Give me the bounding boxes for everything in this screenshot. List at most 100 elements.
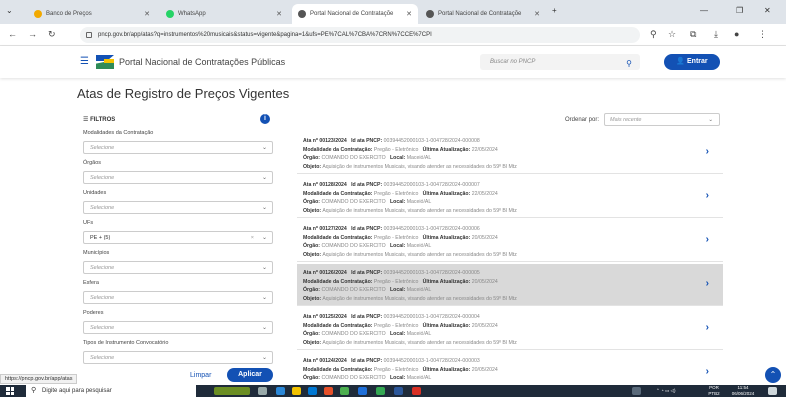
result-line-modalidade: Modalidade da Contratação: Pregão - Elet… [303,278,498,285]
chevron-right-icon[interactable]: › [706,278,709,289]
clear-filters-button[interactable]: Limpar [190,372,211,379]
new-tab-icon[interactable]: + [552,6,557,15]
result-line-ata: Ata nº 00128/2024 Id ata PNCP: 003944520… [303,182,480,188]
filter-label-ufs: UFs [83,220,94,226]
filter-select-poderes[interactable]: Selecione ⌄ [83,321,273,334]
login-button[interactable]: 👤 Entrar [664,54,720,70]
windows-taskbar: ⚲ Digite aqui para pesquisar ⌃ ◔ ▭ ◁) PO… [0,385,786,397]
weather-widget-icon[interactable] [214,387,250,395]
chevron-down-icon: ⌄ [261,235,267,241]
minimize-icon[interactable]: — [700,6,708,15]
maximize-icon[interactable]: ❐ [736,6,743,15]
result-line-orgao: Órgão: COMANDO DO EXERCITO Local: Maceió… [303,287,432,293]
login-label: Entrar [687,58,708,65]
result-line-objeto: Objeto: Aquisição de instrumentos Musica… [303,163,517,170]
chevron-right-icon[interactable]: › [706,322,709,333]
tab-pncp-active[interactable]: Portal Nacional de Contrataçõe ✕ [292,4,418,24]
filter-label-unidades: Unidades [83,190,107,196]
filter-label-esfera: Esfera [83,280,99,286]
tab-whatsapp[interactable]: WhatsApp ✕ [160,4,288,24]
result-card[interactable]: Ata nº 00128/2024 Id ata PNCP: 003944520… [297,176,723,218]
sort-select[interactable]: Mais recente ⌄ [604,113,720,126]
pncp-logo[interactable] [96,55,114,69]
result-line-objeto: Objeto: Aquisição de instrumentos Musica… [303,295,517,302]
result-line-objeto: Objeto: Aquisição de instrumentos Musica… [303,207,517,214]
close-tab-icon[interactable]: ✕ [534,10,540,18]
result-line-orgao: Órgão: COMANDO DO EXERCITO Local: Maceió… [303,155,432,161]
keyboard-icon[interactable] [632,387,641,395]
taskbar-search-input[interactable]: ⚲ Digite aqui para pesquisar [26,385,196,397]
filter-select-municipios[interactable]: Selecione ⌄ [83,261,273,274]
acrobat-icon[interactable] [412,387,421,395]
site-search-input[interactable]: Buscar no PNCP ⚲ [480,54,640,70]
back-icon[interactable]: ← [8,29,17,39]
clear-selection-icon[interactable]: × [251,232,254,244]
close-window-icon[interactable]: ✕ [764,6,771,15]
tab-banco-de-precos[interactable]: Banco de Preços ✕ [28,4,156,24]
banco-precos-favicon-icon [34,10,42,18]
filter-label-poderes: Poderes [83,310,104,316]
zoom-icon[interactable]: ⚲ [650,29,657,40]
filter-select-esfera[interactable]: Selecione ⌄ [83,291,273,304]
filter-select-orgaos[interactable]: Selecione ⌄ [83,171,273,184]
result-card[interactable]: Ata nº 00126/2024 Id ata PNCP: 003944520… [297,264,723,306]
filter-select-ufs[interactable]: PE + (5) × ⌄ [83,231,273,244]
filter-select-modalidades[interactable]: Selecione ⌄ [83,141,273,154]
tray-icons[interactable]: ⌃ ◔ ▭ ◁) [656,388,675,394]
chevron-down-icon: ⌄ [708,117,713,123]
info-icon[interactable]: i [260,114,270,124]
apply-filters-button[interactable]: Aplicar [227,368,273,382]
address-bar-row: ← → ↻ pncp.gov.br/app/atas?q=instrumento… [0,24,786,46]
windows-start-icon[interactable] [6,387,14,395]
sort-label: Ordenar por: [565,117,600,123]
result-line-modalidade: Modalidade da Contratação: Pregão - Elet… [303,190,498,197]
close-tab-icon[interactable]: ✕ [144,10,150,18]
mail-icon[interactable] [358,387,367,395]
chrome-icon[interactable] [340,387,349,395]
site-info-icon[interactable] [86,32,92,38]
tab-list-icon[interactable]: ⌄ [6,6,13,15]
download-icon[interactable]: ⤓ [714,29,718,40]
tab-pncp[interactable]: Portal Nacional de Contrataçõe ✕ [420,4,546,24]
word-icon[interactable] [394,387,403,395]
task-view-icon[interactable] [258,387,267,395]
scroll-to-top-button[interactable]: ⌃ [765,367,781,383]
result-line-objeto: Objeto: Aquisição de instrumentos Musica… [303,251,517,258]
chevron-right-icon[interactable]: › [706,234,709,245]
result-card[interactable]: Ata nº 00125/2024 Id ata PNCP: 003944520… [297,308,723,350]
menu-kebab-icon[interactable]: ⋮ [758,29,767,40]
chevron-right-icon[interactable]: › [706,190,709,201]
close-tab-icon[interactable]: ✕ [276,10,282,18]
result-line-modalidade: Modalidade da Contratação: Pregão - Elet… [303,366,498,373]
reload-icon[interactable]: ↻ [48,29,56,40]
forward-icon[interactable]: → [28,29,37,39]
extensions-icon[interactable]: ⧉ [690,29,696,40]
edge-icon[interactable] [276,387,285,395]
page-title: Atas de Registro de Preços Vigentes [77,86,290,101]
hamburger-menu-icon[interactable]: ☰ [80,56,89,67]
whatsapp-taskbar-icon[interactable] [376,387,385,395]
result-card[interactable]: Ata nº 00127/2024 Id ata PNCP: 003944520… [297,220,723,262]
filter-select-unidades[interactable]: Selecione ⌄ [83,201,273,214]
office-icon[interactable] [324,387,333,395]
search-icon[interactable]: ⚲ [626,56,632,72]
result-card[interactable]: Ata nº 00123/2024 Id ata PNCP: 003944520… [297,132,723,174]
brand-title[interactable]: Portal Nacional de Contratações Públicas [119,57,285,67]
store-icon[interactable] [308,387,317,395]
chevron-down-icon: ⌄ [261,265,267,271]
address-input[interactable]: pncp.gov.br/app/atas?q=instrumentos%20mu… [80,27,640,43]
close-tab-icon[interactable]: ✕ [406,10,412,18]
bookmark-star-icon[interactable]: ☆ [668,29,676,40]
search-icon: ⚲ [31,387,37,394]
clock[interactable]: 11:54 06/06/2024 [730,385,756,397]
filter-select-tipos-instrumento[interactable]: Selecione ⌄ [83,351,273,364]
chevron-right-icon[interactable]: › [706,366,709,377]
chevron-down-icon: ⌄ [261,205,267,211]
profile-icon[interactable]: ● [734,29,739,39]
chevron-right-icon[interactable]: › [706,146,709,157]
notifications-icon[interactable] [768,387,777,395]
language-indicator[interactable]: POR PTB2 [704,385,724,397]
tab-label: Portal Nacional de Contrataçõe [438,11,522,17]
taskbar-search-placeholder: Digite aqui para pesquisar [42,388,112,394]
file-explorer-icon[interactable] [292,387,301,395]
